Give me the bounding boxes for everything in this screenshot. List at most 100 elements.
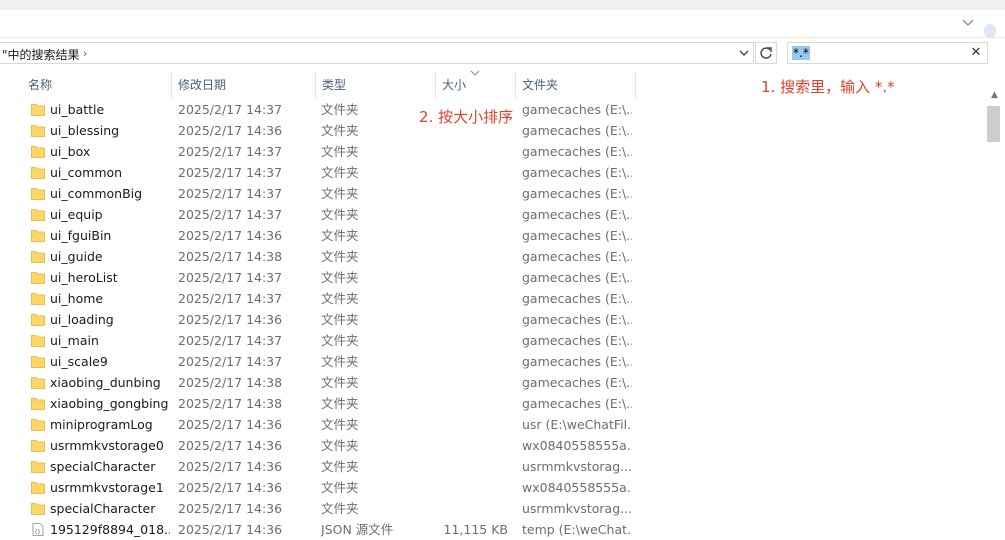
address-bar[interactable]: "中的搜索结果 › — [0, 42, 754, 64]
file-row[interactable]: ui_box 2025/2/17 14:37 文件夹 gamecaches (E:\.… — [0, 141, 990, 162]
file-row[interactable]: specialCharacter 2025/2/17 14:36 文件夹 usrmmk… — [0, 498, 990, 519]
file-name: usrmmkvstorage1 — [50, 480, 164, 495]
breadcrumb-search-results[interactable]: "中的搜索结果 — [2, 46, 80, 63]
file-size — [436, 456, 508, 477]
file-size — [436, 246, 508, 267]
file-modified-date: 2025/2/17 14:36 — [178, 480, 283, 495]
scrollbar-thumb[interactable] — [987, 106, 1000, 142]
file-row[interactable]: ui_scale9 2025/2/17 14:37 文件夹 gamecaches (E… — [0, 351, 990, 372]
file-row[interactable]: ui_battle 2025/2/17 14:37 文件夹 gamecaches (E… — [0, 99, 990, 120]
folder-icon — [31, 356, 45, 368]
ribbon-collapsed-strip — [0, 10, 1005, 38]
file-modified-date: 2025/2/17 14:38 — [178, 396, 283, 411]
folder-icon — [31, 377, 45, 389]
folder-icon — [31, 272, 45, 284]
file-size — [436, 288, 508, 309]
expand-ribbon-chevron-icon[interactable] — [960, 14, 976, 30]
file-type: 文件夹 — [321, 186, 359, 201]
refresh-button[interactable] — [755, 42, 777, 64]
file-size — [436, 330, 508, 351]
file-row[interactable]: ui_equip 2025/2/17 14:37 文件夹 gamecaches (E:… — [0, 204, 990, 225]
file-size — [436, 435, 508, 456]
file-type: 文件夹 — [321, 165, 359, 180]
file-folder: gamecaches (E:\... — [522, 228, 632, 243]
file-modified-date: 2025/2/17 14:37 — [178, 186, 283, 201]
folder-icon — [31, 104, 45, 116]
file-size — [436, 498, 508, 519]
search-query-selected-text[interactable]: *.* — [792, 46, 810, 60]
scroll-up-arrow-icon[interactable]: ▲ — [986, 88, 1003, 102]
file-row[interactable]: ui_home 2025/2/17 14:37 文件夹 gamecaches (E:\… — [0, 288, 990, 309]
file-type: 文件夹 — [321, 312, 359, 327]
file-type: 文件夹 — [321, 438, 359, 453]
file-modified-date: 2025/2/17 14:36 — [178, 459, 283, 474]
file-size — [436, 309, 508, 330]
file-size — [436, 141, 508, 162]
file-row[interactable]: ui_heroList 2025/2/17 14:37 文件夹 gamecaches … — [0, 267, 990, 288]
file-name: usrmmkvstorage0 — [50, 438, 164, 453]
folder-icon — [31, 314, 45, 326]
file-modified-date: 2025/2/17 14:37 — [178, 207, 283, 222]
file-name: ui_commonBig — [50, 186, 143, 201]
search-input[interactable]: *.* ✕ — [787, 42, 988, 64]
file-type: 文件夹 — [321, 228, 359, 243]
file-modified-date: 2025/2/17 14:37 — [178, 333, 283, 348]
file-size — [436, 351, 508, 372]
file-row[interactable]: usrmmkvstorage0 2025/2/17 14:36 文件夹 wx08405… — [0, 435, 990, 456]
file-type: 文件夹 — [321, 354, 359, 369]
file-row[interactable]: ui_loading 2025/2/17 14:36 文件夹 gamecaches (… — [0, 309, 990, 330]
file-row[interactable]: xiaobing_gongbing 2025/2/17 14:38 文件夹 gamec… — [0, 393, 990, 414]
address-history-dropdown-icon[interactable] — [737, 46, 751, 60]
file-row[interactable]: usrmmkvstorage1 2025/2/17 14:36 文件夹 wx08405… — [0, 477, 990, 498]
file-modified-date: 2025/2/17 14:36 — [178, 312, 283, 327]
file-size — [436, 477, 508, 498]
breadcrumb-chevron-icon[interactable]: › — [83, 47, 93, 60]
file-folder: gamecaches (E:\... — [522, 249, 632, 264]
clear-search-icon[interactable]: ✕ — [968, 45, 984, 61]
file-type: 文件夹 — [321, 333, 359, 348]
file-row[interactable]: ui_blessing 2025/2/17 14:36 文件夹 gamecaches … — [0, 120, 990, 141]
file-row[interactable]: ui_guide 2025/2/17 14:38 文件夹 gamecaches (E:… — [0, 246, 990, 267]
sort-descending-icon — [470, 70, 480, 76]
file-name: ui_home — [50, 291, 104, 306]
column-divider[interactable] — [635, 72, 636, 98]
file-row[interactable]: ui_commonBig 2025/2/17 14:37 文件夹 gamecaches… — [0, 183, 990, 204]
file-modified-date: 2025/2/17 14:36 — [178, 123, 283, 138]
column-header-name[interactable]: 名称 — [22, 72, 170, 98]
file-name: ui_battle — [50, 102, 105, 117]
file-type: 文件夹 — [321, 291, 359, 306]
file-modified-date: 2025/2/17 14:37 — [178, 102, 283, 117]
file-row[interactable]: specialCharacter 2025/2/17 14:36 文件夹 usrmmk… — [0, 456, 990, 477]
file-name: ui_box — [50, 144, 91, 159]
file-folder: gamecaches (E:\... — [522, 144, 632, 159]
file-name: ui_scale9 — [50, 354, 108, 369]
file-row[interactable]: ui_fguiBin 2025/2/17 14:36 文件夹 gamecaches (… — [0, 225, 990, 246]
file-modified-date: 2025/2/17 14:37 — [178, 144, 283, 159]
file-row[interactable]: miniprogramLog 2025/2/17 14:36 文件夹 usr (E:\… — [0, 414, 990, 435]
file-name: ui_equip — [50, 207, 103, 222]
file-modified-date: 2025/2/17 14:36 — [178, 417, 283, 432]
file-row[interactable]: xiaobing_dunbing 2025/2/17 14:38 文件夹 gameca… — [0, 372, 990, 393]
file-folder: gamecaches (E:\... — [522, 186, 632, 201]
file-name: ui_common — [50, 165, 123, 180]
file-size — [436, 372, 508, 393]
column-header-folder[interactable]: 文件夹 — [516, 72, 634, 98]
file-row[interactable]: ui_common 2025/2/17 14:37 文件夹 gamecaches (E… — [0, 162, 990, 183]
file-row[interactable]: {} 195129f8894_018.... 2025/2/17 14:36 JSON… — [0, 519, 990, 540]
file-type: 文件夹 — [321, 123, 359, 138]
file-row[interactable]: ui_main 2025/2/17 14:37 文件夹 gamecaches (E:\… — [0, 330, 990, 351]
file-type: 文件夹 — [321, 102, 359, 117]
file-name: ui_guide — [50, 249, 103, 264]
file-folder: gamecaches (E:\... — [522, 375, 632, 390]
help-icon[interactable] — [984, 24, 996, 38]
folder-icon — [31, 167, 45, 179]
file-name: ui_main — [50, 333, 99, 348]
file-folder: usr (E:\weChatFil... — [522, 417, 632, 432]
folder-icon — [31, 419, 45, 431]
column-header-date[interactable]: 修改日期 — [172, 72, 314, 98]
file-modified-date: 2025/2/17 14:38 — [178, 249, 283, 264]
file-size — [436, 414, 508, 435]
column-header-type[interactable]: 类型 — [316, 72, 434, 98]
folder-icon — [31, 209, 45, 221]
file-modified-date: 2025/2/17 14:36 — [178, 501, 283, 516]
